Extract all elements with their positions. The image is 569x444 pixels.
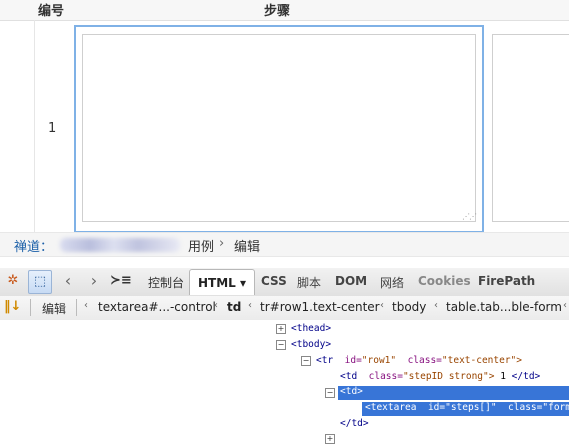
expect-textarea[interactable] <box>492 34 569 222</box>
breadcrumb-current: 编辑 <box>234 240 261 255</box>
tab-dom[interactable]: DOM <box>335 274 367 288</box>
tab-script[interactable]: 脚本 <box>297 274 321 291</box>
tree-node-td-stepid[interactable]: <td class="stepID strong"> 1 </td> <box>340 371 540 382</box>
crumb-scroll-left-icon[interactable]: ‹ <box>84 300 88 311</box>
crumb-separator-icon: ‹ <box>248 300 252 311</box>
break-on-mutate-icon[interactable]: ‖↓ <box>4 299 21 314</box>
firebug-toolbar: ✲ ⬚ ‹ › ≻≡ 控制台 HTML ▾ CSS 脚本 DOM 网络 Cook… <box>0 268 569 297</box>
breadcrumb: 禅道： 用例 › 编辑 <box>0 232 569 257</box>
crumb-td[interactable]: td <box>227 300 241 314</box>
breadcrumb-blurred-product[interactable] <box>60 238 180 252</box>
crumb-separator-icon: ‹ <box>563 300 567 311</box>
collapse-toggle-icon[interactable]: − <box>325 388 335 398</box>
tree-node-td-close[interactable]: </td> <box>340 418 369 429</box>
tab-cookies[interactable]: Cookies <box>418 274 471 288</box>
tab-css[interactable]: CSS <box>261 274 287 288</box>
panel-gap <box>0 257 569 268</box>
tab-html[interactable]: HTML ▾ <box>189 269 256 295</box>
inspect-element-icon[interactable]: ⬚ <box>28 270 52 294</box>
back-arrow-icon[interactable]: ‹ <box>58 271 78 291</box>
forward-arrow-icon[interactable]: › <box>84 271 104 291</box>
page-content: 编号 步骤 1 ⋰⋰ <box>0 0 569 232</box>
column-header-steps: 步骤 <box>264 4 291 19</box>
tree-node-thead[interactable]: <thead> <box>291 323 331 334</box>
tree-node-tr[interactable]: <tr id="row1" class="text-center"> <box>316 355 522 366</box>
toolbar-divider <box>30 299 31 316</box>
crumb-textarea[interactable]: textarea#...-control <box>98 300 216 314</box>
command-line-icon[interactable]: ≻≡ <box>110 271 132 291</box>
crumb-tr[interactable]: tr#row1.text-center <box>260 300 380 314</box>
crumb-separator-icon: ‹ <box>434 300 438 311</box>
steps-textarea[interactable] <box>82 34 476 222</box>
edit-button[interactable]: 编辑 <box>42 300 66 317</box>
crumb-separator-icon: ‹ <box>214 300 218 311</box>
breadcrumb-separator: › <box>219 236 225 251</box>
tree-node-tbody[interactable]: <tbody> <box>291 339 331 350</box>
row-number: 1 <box>48 121 57 136</box>
tree-node-td-selected[interactable]: <td> <box>338 386 569 400</box>
expand-toggle-icon[interactable]: + <box>276 324 286 334</box>
collapse-toggle-icon[interactable]: − <box>276 340 286 350</box>
column-divider <box>34 20 35 232</box>
expand-toggle-icon[interactable]: + <box>325 434 335 444</box>
crumb-tbody[interactable]: tbody <box>392 300 426 314</box>
table-header-row: 编号 步骤 <box>0 0 569 21</box>
html-tree-panel: + <thead> − <tbody> − <tr id="row1" clas… <box>0 320 569 444</box>
resize-grip-icon[interactable]: ⋰⋰ <box>462 212 477 221</box>
tab-console[interactable]: 控制台 <box>148 274 184 291</box>
breadcrumb-usecase-link[interactable]: 用例 <box>188 236 214 255</box>
firebug-icon[interactable]: ✲ <box>3 271 23 291</box>
crumb-separator-icon: ‹ <box>380 300 384 311</box>
html-breadcrumb-bar: ‖↓ 编辑 ‹ textarea#...-control ‹ td ‹ tr#r… <box>0 296 569 321</box>
tree-node-textarea[interactable]: <textarea id="steps[]" class="form- <box>362 402 569 416</box>
collapse-toggle-icon[interactable]: − <box>301 356 311 366</box>
tab-firepath[interactable]: FirePath <box>478 274 535 288</box>
crumb-table[interactable]: table.tab...ble-form <box>446 300 562 314</box>
tab-net[interactable]: 网络 <box>380 274 404 291</box>
toolbar-divider <box>76 299 77 316</box>
column-header-id: 编号 <box>38 4 65 19</box>
breadcrumb-home-link[interactable]: 禅道： <box>14 236 53 255</box>
